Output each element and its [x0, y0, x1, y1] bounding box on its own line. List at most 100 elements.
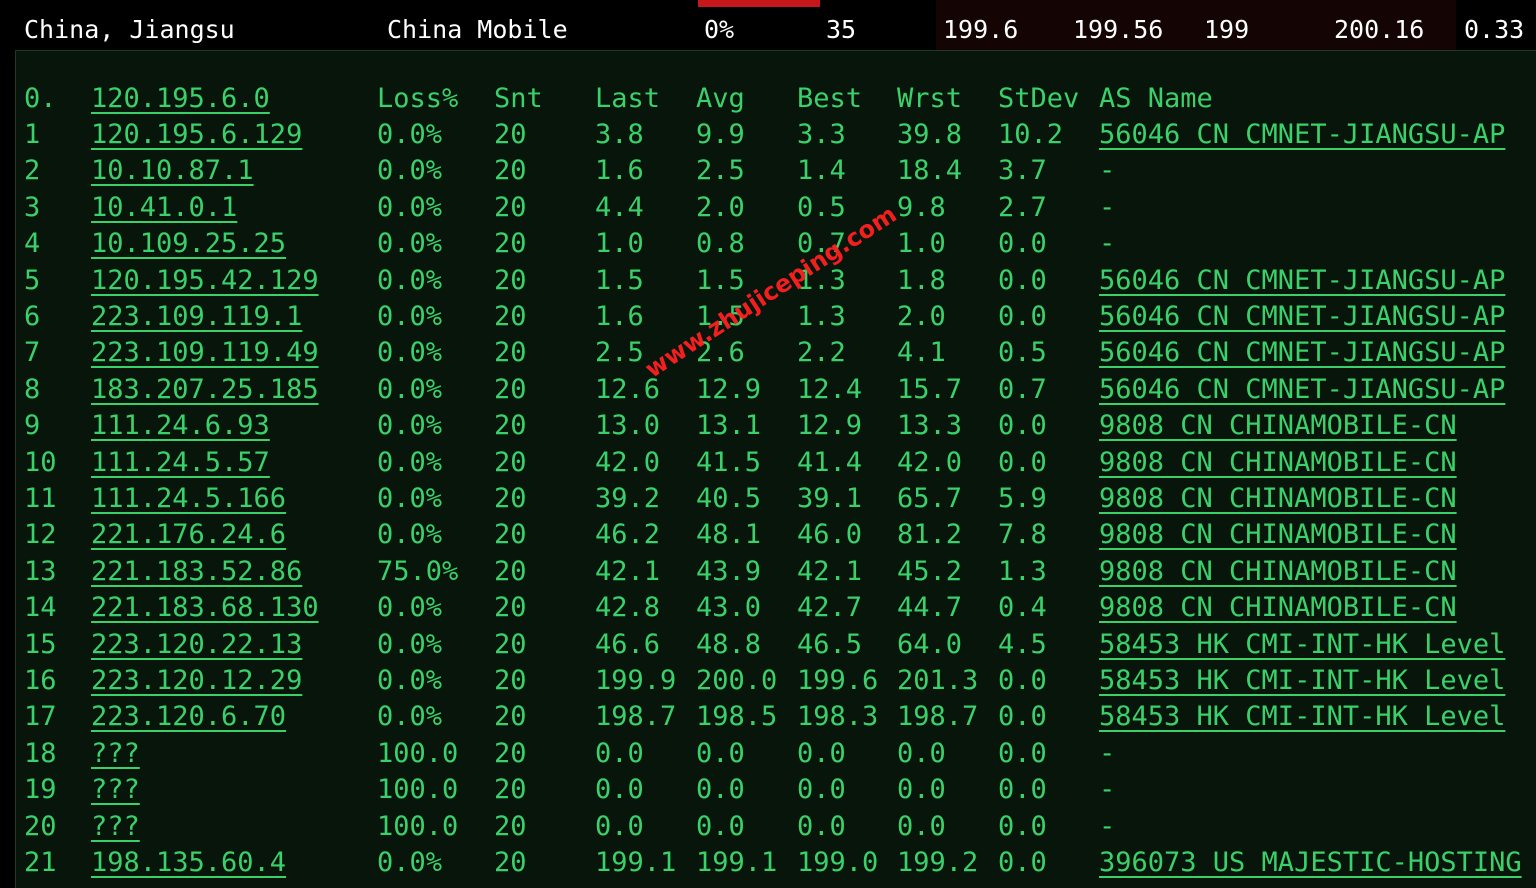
hop-host[interactable]: 111.24.5.166	[91, 481, 286, 517]
hop-as[interactable]: 58453 HK CMI-INT-HK Level	[1099, 699, 1505, 735]
hop-wrst: 42.0	[897, 446, 963, 478]
hop-as[interactable]: 396073 US MAJESTIC-HOSTING	[1099, 845, 1522, 881]
hop-last: 13.0	[595, 410, 661, 442]
hop-as[interactable]: 9808 CN CHINAMOBILE-CN	[1099, 408, 1457, 444]
hop-hop: 20	[24, 810, 57, 842]
hop-last: 42.0	[595, 446, 661, 478]
hop-stdev: 0.0	[998, 228, 1047, 260]
hop-avg: 0.0	[696, 810, 745, 842]
hop-snt: 20	[494, 810, 527, 842]
hop-avg: 48.8	[696, 628, 762, 660]
hop-host[interactable]: 10.10.87.1	[91, 153, 254, 189]
hop-avg: 2.5	[696, 155, 745, 187]
hop-last: 1.5	[595, 264, 644, 296]
header-hop: 0.	[24, 83, 57, 114]
hop-hop: 10	[24, 446, 57, 478]
hop-as[interactable]: 9808 CN CHINAMOBILE-CN	[1099, 517, 1457, 553]
hop-row: 18??? 100.0 20 0.0 0.0 0.0 0.0 0.0 -	[16, 736, 1536, 772]
hop-last: 0.0	[595, 774, 644, 806]
hop-host[interactable]: 223.109.119.49	[91, 335, 319, 371]
hop-host[interactable]: 120.195.6.129	[91, 117, 302, 153]
hop-last: 199.9	[595, 665, 677, 696]
hop-as[interactable]: 56046 CN CMNET-JIANGSU-AP	[1099, 263, 1505, 299]
hop-best: 0.0	[797, 810, 846, 842]
hop-loss: 0.0%	[377, 301, 443, 332]
hop-as[interactable]: 58453 HK CMI-INT-HK Level	[1099, 663, 1505, 699]
hop-avg: 9.9	[696, 119, 745, 150]
hop-avg: 198.5	[696, 701, 778, 733]
hop-as[interactable]: 9808 CN CHINAMOBILE-CN	[1099, 445, 1457, 481]
hop-host[interactable]: ???	[91, 809, 140, 845]
header-host[interactable]: 120.195.6.0	[91, 81, 270, 117]
hop-as[interactable]: 58453 HK CMI-INT-HK Level	[1099, 627, 1505, 663]
hop-avg: 200.0	[696, 665, 778, 696]
hop-loss: 0.0%	[377, 264, 443, 296]
hop-hop: 16	[24, 665, 57, 696]
hop-as[interactable]: 56046 CN CMNET-JIANGSU-AP	[1099, 335, 1505, 371]
hop-hop: 8	[24, 373, 41, 405]
hop-host[interactable]: 223.109.119.1	[91, 299, 302, 335]
hop-stdev: 0.7	[998, 373, 1047, 405]
hop-hop: 9	[24, 410, 41, 442]
hop-as[interactable]: 56046 CN CMNET-JIANGSU-AP	[1099, 299, 1505, 335]
hop-host[interactable]: 221.176.24.6	[91, 517, 286, 553]
hop-row: 3 10.41.0.1 0.0% 20 4.4 2.0 0.5 9.8 2.7 -	[16, 190, 1536, 226]
hop-snt: 20	[494, 119, 527, 150]
hop-wrst: 0.0	[897, 737, 946, 769]
hop-stdev: 0.0	[998, 410, 1047, 442]
hop-wrst: 9.8	[897, 191, 946, 223]
hop-host[interactable]: 223.120.12.29	[91, 663, 302, 699]
hop-best: 46.0	[797, 519, 863, 551]
hop-as: -	[1099, 155, 1116, 187]
hop-loss: 75.0%	[377, 555, 459, 587]
hop-loss: 0.0%	[377, 847, 443, 878]
hop-avg: 48.1	[696, 519, 762, 551]
hop-host[interactable]: 120.195.42.129	[91, 263, 319, 299]
hop-loss: 0.0%	[377, 119, 443, 150]
hop-stdev: 2.7	[998, 191, 1047, 223]
hop-host[interactable]: 221.183.52.86	[91, 554, 302, 590]
hop-last: 0.0	[595, 737, 644, 769]
hop-snt: 20	[494, 592, 527, 624]
hop-best: 41.4	[797, 446, 863, 478]
hop-last: 42.8	[595, 592, 661, 624]
hop-hop: 21	[24, 847, 57, 878]
hop-host[interactable]: 111.24.6.93	[91, 408, 270, 444]
hop-best: 42.7	[797, 592, 863, 624]
hop-host[interactable]: 223.120.22.13	[91, 627, 302, 663]
hop-host[interactable]: ???	[91, 736, 140, 772]
hop-host[interactable]: 111.24.5.57	[91, 445, 270, 481]
hop-best: 1.3	[797, 301, 846, 332]
hop-host[interactable]: 10.41.0.1	[91, 190, 237, 226]
hop-avg: 41.5	[696, 446, 762, 478]
hop-wrst: 18.4	[897, 155, 963, 187]
hop-last: 198.7	[595, 701, 677, 733]
hop-as[interactable]: 56046 CN CMNET-JIANGSU-AP	[1099, 372, 1505, 408]
hop-wrst: 44.7	[897, 592, 963, 624]
hop-host[interactable]: 10.109.25.25	[91, 226, 286, 262]
hop-as[interactable]: 9808 CN CHINAMOBILE-CN	[1099, 481, 1457, 517]
hop-host[interactable]: 198.135.60.4	[91, 845, 286, 881]
hop-loss: 100.0	[377, 810, 459, 842]
hop-snt: 20	[494, 628, 527, 660]
hop-row: 17 223.120.6.70 0.0% 20 198.7 198.5 198.3 198.7…	[16, 699, 1536, 735]
header-as-name: AS Name	[1099, 83, 1213, 114]
hop-host[interactable]: ???	[91, 772, 140, 808]
hop-last: 4.4	[595, 191, 644, 223]
hop-host[interactable]: 183.207.25.185	[91, 372, 319, 408]
hop-host[interactable]: 221.183.68.130	[91, 590, 319, 626]
hop-stdev: 0.0	[998, 737, 1047, 769]
mtr-trace-panel: 0. 120.195.6.0 Loss% Snt Last Avg Best W…	[15, 50, 1536, 888]
hop-as: -	[1099, 774, 1116, 806]
hop-as[interactable]: 9808 CN CHINAMOBILE-CN	[1099, 590, 1457, 626]
hop-host[interactable]: 223.120.6.70	[91, 699, 286, 735]
hop-as[interactable]: 9808 CN CHINAMOBILE-CN	[1099, 554, 1457, 590]
hop-best: 0.0	[797, 774, 846, 806]
hop-snt: 20	[494, 701, 527, 733]
hop-wrst: 198.7	[897, 701, 979, 733]
hop-hop: 18	[24, 737, 57, 769]
hop-snt: 20	[494, 301, 527, 332]
hop-as[interactable]: 56046 CN CMNET-JIANGSU-AP	[1099, 117, 1505, 153]
hop-wrst: 201.3	[897, 665, 979, 696]
hop-as: -	[1099, 810, 1116, 842]
